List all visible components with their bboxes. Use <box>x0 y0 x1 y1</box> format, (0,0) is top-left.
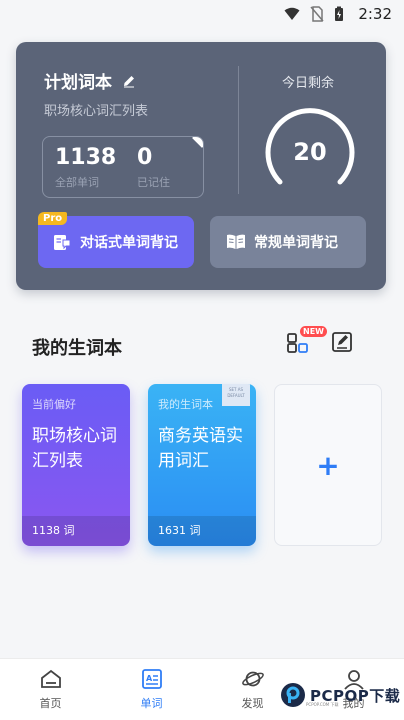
words-card-icon: A <box>141 669 162 689</box>
total-words-stat: 1138 全部单词 <box>55 145 116 190</box>
set-as-default-ribbon[interactable]: SET AS DEFAULT <box>222 384 250 406</box>
new-badge: NEW <box>300 326 327 337</box>
book-word-count: 1138 词 <box>22 516 130 546</box>
nav-words-label: 单词 <box>140 697 163 710</box>
vocab-section-title: 我的生词本 <box>32 338 122 359</box>
plan-subtitle: 职场核心词汇列表 <box>44 104 149 119</box>
add-vocab-book-button[interactable]: + <box>274 384 382 546</box>
vocab-tools: NEW <box>286 326 354 354</box>
nav-words[interactable]: A 单词 <box>101 659 202 720</box>
plan-title-row: 计划词本 <box>44 68 136 93</box>
no-sim-icon <box>310 6 324 22</box>
normal-memorize-label: 常规单词背记 <box>254 235 338 251</box>
vocab-book-card[interactable]: 我的生词本 SET AS DEFAULT 商务英语实用词汇 1631 词 <box>148 384 256 546</box>
plan-divider <box>238 66 239 194</box>
total-words-label: 全部单词 <box>55 176 99 189</box>
nav-discover-label: 发现 <box>241 697 264 710</box>
total-words-value: 1138 <box>55 145 117 170</box>
status-time: 2:32 <box>358 5 392 23</box>
book-word-count: 1631 词 <box>148 516 256 546</box>
book-tag: 当前偏好 <box>32 398 76 411</box>
open-book-icon <box>227 234 245 249</box>
book-name: 商务英语实用词汇 <box>158 426 243 471</box>
edit-note-icon[interactable] <box>330 330 354 354</box>
learned-words-stat: 0 已记住 <box>137 145 170 190</box>
edit-pencil-icon[interactable] <box>122 74 136 88</box>
word-stats-box[interactable]: 1138 全部单词 0 已记住 <box>42 136 204 198</box>
pro-badge: Pro <box>38 212 68 225</box>
pcpop-logo-icon <box>281 683 305 707</box>
scan-words-button[interactable]: NEW <box>286 326 327 354</box>
dialog-memorize-button[interactable]: Pro 对话式单词背记 <box>38 212 194 268</box>
nav-home-label: 首页 <box>39 697 62 710</box>
pcpop-watermark: PCPOP下载 PCPOP.COM 下载 <box>280 682 400 708</box>
watermark-subtext: PCPOP.COM 下载 <box>306 702 339 707</box>
plan-title: 计划词本 <box>44 73 112 93</box>
normal-memorize-button[interactable]: 常规单词背记 <box>210 216 366 268</box>
dialog-memorize-label: 对话式单词背记 <box>80 235 178 251</box>
remaining-value: 20 <box>293 138 327 166</box>
home-icon <box>40 669 61 688</box>
battery-charging-icon <box>335 6 344 21</box>
wifi-icon <box>284 7 300 20</box>
book-name: 职场核心词汇列表 <box>32 426 117 471</box>
learned-words-value: 0 <box>137 145 153 170</box>
remaining-label: 今日剩余 <box>281 76 334 91</box>
vocab-book-card[interactable]: 当前偏好 职场核心词汇列表 1138 词 <box>22 384 130 546</box>
dialog-book-icon <box>54 235 71 250</box>
learned-words-label: 已记住 <box>137 176 170 189</box>
status-bar: 2:32 <box>0 0 404 28</box>
stats-corner-fold <box>192 137 203 148</box>
nav-home[interactable]: 首页 <box>0 659 101 720</box>
plan-card: 计划词本 职场核心词汇列表 1138 全部单词 0 已记住 今日剩余 20 Pr… <box>16 42 386 290</box>
book-tag: 我的生词本 <box>158 398 213 411</box>
plus-icon: + <box>316 448 340 482</box>
svg-text:A: A <box>146 674 153 683</box>
planet-icon <box>241 671 264 687</box>
